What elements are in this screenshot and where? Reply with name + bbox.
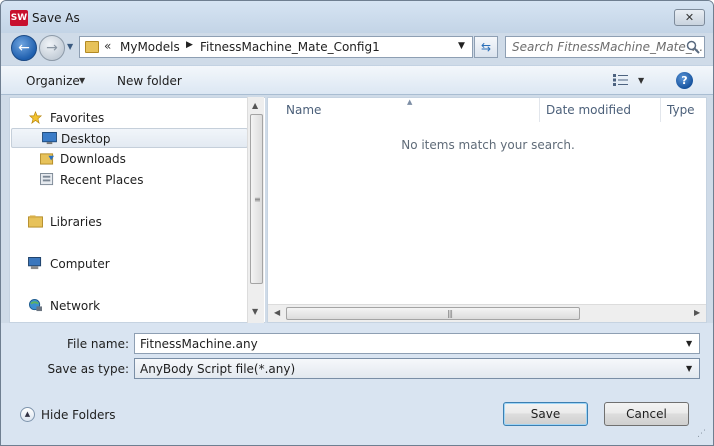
- save-as-type-value: AnyBody Script file(*.any): [140, 362, 296, 376]
- desktop-icon: [42, 132, 57, 145]
- window-title: Save As: [32, 11, 80, 25]
- sidebar-item-recent-places[interactable]: Recent Places: [10, 170, 250, 190]
- organize-dropdown-icon[interactable]: ▼: [79, 76, 85, 85]
- scrollbar-grip-icon: ≡: [254, 195, 261, 204]
- search-icon[interactable]: [686, 40, 700, 54]
- collapse-icon: ▲: [20, 407, 35, 422]
- refresh-button[interactable]: ⇆: [474, 36, 498, 58]
- network-icon: [28, 299, 42, 312]
- save-form: File name: FitnessMachine.any ▼ Save as …: [1, 323, 713, 445]
- scroll-up-arrow-icon[interactable]: ▲: [252, 101, 258, 110]
- address-dropdown-icon[interactable]: ▼: [458, 41, 465, 51]
- sidebar-item-computer[interactable]: Computer: [10, 254, 250, 274]
- save-as-type-select[interactable]: AnyBody Script file(*.any) ▼: [134, 358, 700, 379]
- scroll-right-arrow-icon[interactable]: ▶: [694, 308, 700, 317]
- sidebar-item-libraries[interactable]: Libraries: [10, 212, 250, 232]
- resize-grip-icon[interactable]: ⋰: [697, 429, 706, 439]
- sidebar-item-downloads[interactable]: Downloads: [10, 149, 250, 169]
- scrollbar-thumb[interactable]: ≡: [250, 114, 263, 284]
- star-icon: [28, 111, 43, 124]
- file-list-horizontal-scrollbar[interactable]: ◀ ||| ▶: [268, 304, 706, 322]
- file-name-dropdown-icon[interactable]: ▼: [686, 339, 692, 348]
- file-name-label: File name:: [67, 337, 129, 351]
- forward-button[interactable]: →: [39, 35, 65, 61]
- sidebar-item-label: Favorites: [50, 111, 105, 125]
- sidebar-item-desktop[interactable]: Desktop: [11, 128, 248, 148]
- cancel-button[interactable]: Cancel: [604, 402, 689, 426]
- sidebar-item-label: Recent Places: [60, 173, 144, 187]
- save-as-type-label: Save as type:: [47, 362, 129, 376]
- recent-locations-dropdown[interactable]: ▼: [67, 42, 73, 51]
- close-button[interactable]: ✕: [674, 9, 705, 26]
- views-dropdown-icon[interactable]: ▼: [638, 76, 644, 85]
- search-input[interactable]: Search FitnessMachine_Mate_...: [505, 36, 705, 58]
- address-overflow-chevron[interactable]: «: [104, 39, 111, 53]
- file-name-value: FitnessMachine.any: [140, 337, 258, 351]
- breadcrumb-current-folder[interactable]: FitnessMachine_Mate_Config1: [200, 40, 380, 54]
- libraries-icon: [28, 215, 43, 228]
- column-header-type[interactable]: Type: [661, 98, 707, 122]
- sidebar-item-label: Desktop: [61, 132, 111, 146]
- title-bar: SW Save As ✕: [1, 1, 713, 33]
- hide-folders-label: Hide Folders: [41, 408, 116, 422]
- sidebar-item-label: Libraries: [50, 215, 102, 229]
- folder-icon: [85, 41, 99, 53]
- sidebar-item-label: Network: [50, 299, 101, 313]
- save-button[interactable]: Save: [503, 402, 588, 426]
- help-button[interactable]: ?: [676, 72, 693, 89]
- save-as-type-dropdown-icon[interactable]: ▼: [686, 364, 692, 373]
- empty-results-message: No items match your search.: [401, 138, 575, 152]
- command-toolbar: Organize ▼ New folder ▼ ?: [1, 65, 713, 95]
- scroll-down-arrow-icon[interactable]: ▼: [252, 307, 258, 316]
- save-as-dialog: SW Save As ✕ ← → ▼ « MyModels ▶ FitnessM…: [0, 0, 714, 446]
- search-placeholder: Search FitnessMachine_Mate_...: [512, 40, 704, 54]
- back-button[interactable]: ←: [11, 35, 37, 61]
- address-bar[interactable]: « MyModels ▶ FitnessMachine_Mate_Config1…: [79, 36, 473, 58]
- sidebar-item-label: Computer: [50, 257, 110, 271]
- recent-places-icon: [40, 173, 54, 186]
- solidworks-app-icon: SW: [10, 10, 28, 26]
- sidebar-item-favorites[interactable]: Favorites: [10, 108, 250, 128]
- sidebar-item-network[interactable]: Network: [10, 296, 250, 316]
- change-view-icon[interactable]: [613, 74, 629, 86]
- scrollbar-thumb[interactable]: |||: [286, 307, 580, 320]
- file-name-input[interactable]: FitnessMachine.any ▼: [134, 333, 700, 354]
- navigation-pane: Favorites Desktop Downloads Recent Place…: [9, 97, 265, 323]
- sort-ascending-icon: ▲: [407, 98, 413, 106]
- file-list: Name ▲ Date modified Type No items match…: [267, 97, 707, 323]
- navigation-pane-scrollbar[interactable]: ▲ ≡ ▼: [247, 97, 264, 323]
- downloads-icon: [40, 153, 54, 165]
- organize-button[interactable]: Organize: [26, 74, 80, 88]
- breadcrumb-separator-icon[interactable]: ▶: [186, 40, 193, 50]
- column-header-date-modified[interactable]: Date modified: [540, 98, 661, 122]
- sidebar-item-label: Downloads: [60, 152, 126, 166]
- new-folder-button[interactable]: New folder: [117, 74, 182, 88]
- breadcrumb-mymodels[interactable]: MyModels: [120, 40, 180, 54]
- scrollbar-grip-icon: |||: [447, 309, 453, 318]
- computer-icon: [28, 257, 42, 270]
- scroll-left-arrow-icon[interactable]: ◀: [274, 308, 280, 317]
